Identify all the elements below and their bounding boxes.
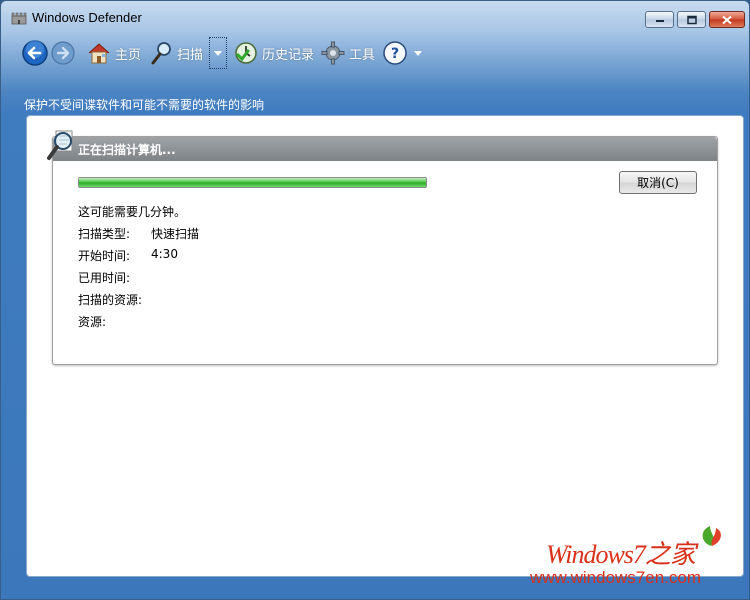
home-label: 主页 <box>115 47 142 63</box>
scan-magnifier-icon <box>47 130 73 160</box>
history-clock-icon <box>235 42 257 64</box>
resource-label: 资源: <box>78 315 107 329</box>
help-button[interactable]: ? <box>383 35 407 71</box>
scan-type-value: 快速扫描 <box>151 227 200 241</box>
scan-panel-title: 正在扫描计算机... <box>78 143 176 157</box>
scan-panel-header: 正在扫描计算机... <box>53 137 717 161</box>
title-bar[interactable]: Windows Defender <box>1 1 749 33</box>
forward-button[interactable] <box>50 35 76 71</box>
watermark-url: www.windows7en.com <box>530 568 702 587</box>
watermark-logo-text: Windows7之家 <box>546 540 696 569</box>
close-button[interactable] <box>709 11 745 28</box>
history-button[interactable]: 历史记录 <box>234 35 314 71</box>
window-title: Windows Defender <box>32 10 142 25</box>
banner-text: 保护不受间谍软件和可能不需要的软件的影响 <box>24 98 265 112</box>
watermark: Windows7之家 www.windows7en.com <box>528 524 746 590</box>
scan-button[interactable]: 扫描 <box>151 35 203 71</box>
svg-text:?: ? <box>391 46 399 62</box>
scan-label: 扫描 <box>177 47 204 63</box>
scan-progress-fill <box>79 178 426 187</box>
scan-note: 这可能需要几分钟。 <box>78 205 187 219</box>
scan-options-dropdown[interactable] <box>209 37 227 69</box>
tools-label: 工具 <box>349 47 376 63</box>
history-label: 历史记录 <box>262 47 315 63</box>
magnifier-icon <box>151 42 171 65</box>
scanned-resources-label: 扫描的资源: <box>78 293 143 307</box>
back-button[interactable] <box>21 35 49 71</box>
dropdown-arrow-icon <box>414 50 422 56</box>
dropdown-arrow-icon <box>214 50 222 56</box>
defender-castle-icon <box>11 12 27 25</box>
close-icon <box>722 15 732 24</box>
toolbar: 主页 扫描 历史记录 工具 ? <box>1 35 749 75</box>
maximize-icon <box>686 15 697 24</box>
start-time-value: 4:30 <box>151 247 178 261</box>
start-time-label: 开始时间: <box>78 249 131 263</box>
forward-arrow-icon <box>51 41 75 65</box>
home-icon <box>88 43 110 64</box>
minimize-icon <box>655 19 664 22</box>
help-icon: ? <box>383 41 407 65</box>
minimize-button[interactable] <box>645 11 674 28</box>
scan-progress-bar <box>78 177 427 188</box>
scan-type-label: 扫描类型: <box>78 227 131 241</box>
maximize-button[interactable] <box>677 11 706 28</box>
gear-icon <box>321 41 345 65</box>
back-arrow-icon <box>22 40 48 66</box>
cancel-button[interactable]: 取消(C) <box>619 171 697 194</box>
help-options-dropdown[interactable] <box>409 37 427 69</box>
tools-button[interactable]: 工具 <box>321 35 375 71</box>
elapsed-time-label: 已用时间: <box>78 271 131 285</box>
watermark-leaf-icon <box>702 526 721 546</box>
home-button[interactable]: 主页 <box>87 35 141 71</box>
